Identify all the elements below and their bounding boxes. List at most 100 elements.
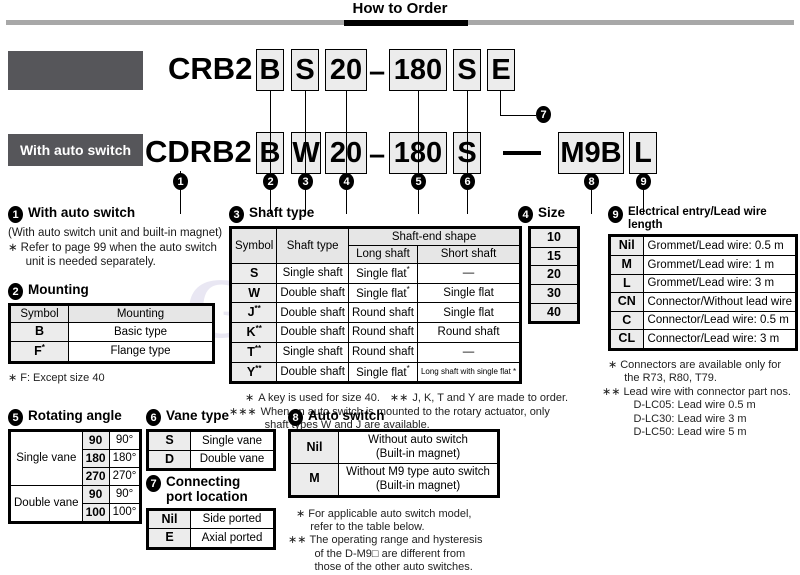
shaft-symbol-y: Y** xyxy=(230,361,278,383)
table-row: 20 xyxy=(530,265,578,285)
table-row: Nil Side ported xyxy=(148,509,274,530)
table-row: K** Double shaft Round shaft Round shaft xyxy=(230,322,521,343)
mounting-symbol-b: B xyxy=(10,322,69,342)
model-row1-root: CRB2 xyxy=(168,51,253,86)
section-connecting-port-location: 7 Connecting port location Nil Side port… xyxy=(146,474,281,555)
vane-type-table-wrap: S Single vane D Double vane xyxy=(146,429,276,472)
section-7-title-line1: Connecting xyxy=(166,474,241,489)
shaft-symbol-j: J** xyxy=(230,302,278,324)
section-1-note-line2: unit is needed separately. xyxy=(25,256,156,269)
model-row1-box-5: S xyxy=(453,49,481,91)
section-1-title: With auto switch xyxy=(28,205,136,220)
section-5-number: 5 xyxy=(8,409,23,426)
model-row2-connector-dash xyxy=(503,151,541,155)
table-row: Nil Without auto switch (Built-in magnet… xyxy=(290,431,498,464)
section-3-title: Shaft type xyxy=(249,205,315,220)
entry-value-l: Grommet/Lead wire: 3 m xyxy=(642,273,797,294)
section-5-title: Rotating angle xyxy=(28,408,122,423)
table-row: Double vane 90 90° xyxy=(10,485,141,522)
shaft-note1-text: A key is used for size 40. xyxy=(258,392,380,405)
shaft-note2-text: J, K, T and Y are made to order. xyxy=(412,392,569,405)
auto-note2-star: ∗∗ xyxy=(288,534,307,547)
entry-note2-star: ∗∗ xyxy=(602,385,621,398)
auto-switch-table-wrap: Nil Without auto switch (Built-in magnet… xyxy=(288,429,500,498)
mounting-header-symbol: Symbol xyxy=(10,304,69,324)
connecting-port-table: Nil Side ported E Axial ported xyxy=(148,509,274,548)
rotating-angle-270: 270° xyxy=(108,467,141,486)
vane-value-s: Single vane xyxy=(190,431,274,451)
vane-type-table: S Single vane D Double vane xyxy=(148,431,274,470)
mounting-table: Symbol Mounting B Basic type F* Flange t… xyxy=(10,304,213,362)
section-9-number: 9 xyxy=(608,206,623,223)
marker-2: 2 xyxy=(263,173,278,190)
shaft-type-y: Double shaft xyxy=(276,361,349,383)
mounting-note-text: F: Except size 40 xyxy=(20,371,105,384)
model-code-diagram: With auto switch CRB2 B S 20 – 180 S E C… xyxy=(0,38,800,214)
port-symbol-nil: Nil xyxy=(148,509,191,530)
model-row1-label-box xyxy=(8,51,143,90)
auto-note2-line1: The operating range and hysteresis xyxy=(309,534,483,547)
shaft-long-w: Single flat* xyxy=(347,282,418,304)
auto-switch-value-m-line1: Without M9 type auto switch xyxy=(346,465,490,478)
model-row2-box-6: M9B xyxy=(558,132,624,174)
entry-symbol-c: C xyxy=(610,310,644,331)
shaft-long-j: Round shaft xyxy=(347,302,418,324)
mounting-note: ∗ F: Except size 40 xyxy=(8,372,218,385)
shaft-short-y: Long shaft with single flat * xyxy=(416,361,521,383)
table-row: 15 xyxy=(530,246,578,267)
auto-note1-star: ∗ xyxy=(296,507,306,520)
auto-note2-line2: of the D-M9□ are different from xyxy=(314,547,466,560)
shaft-symbol-w: W xyxy=(230,282,278,304)
table-row: J** Double shaft Round shaft Single flat xyxy=(230,302,521,324)
rotating-angle-table: Single vane 90 90° 180 180° 270 270° Dou… xyxy=(10,431,141,522)
section-9-title: Electrical entry/Lead wire length xyxy=(628,206,767,231)
entry-value-cl: Connector/Lead wire: 3 m xyxy=(642,329,797,350)
section-with-auto-switch: 1 With auto switch (With auto switch uni… xyxy=(8,205,230,270)
entry-value-nil: Grommet/Lead wire: 0.5 m xyxy=(642,236,797,256)
shaft-long-t: Round shaft xyxy=(347,341,418,363)
table-row: T** Single shaft Round shaft — xyxy=(230,341,521,363)
port-value-e: Axial ported xyxy=(190,528,274,548)
rotating-angle-90d: 90° xyxy=(108,485,141,504)
shaft-long-k: Round shaft xyxy=(347,322,418,343)
auto-switch-symbol-m: M xyxy=(290,462,339,496)
shaft-type-table: Symbol Shaft type Shaft-end shape Long s… xyxy=(230,227,521,383)
marker-6: 6 xyxy=(460,173,475,190)
section-3-number: 3 xyxy=(229,206,244,223)
entry-value-c: Connector/Lead wire: 0.5 m xyxy=(642,310,797,331)
leader-line-5 xyxy=(418,91,420,214)
size-table-wrap: 10 15 20 30 40 xyxy=(528,226,580,325)
rotating-code-90s: 90 xyxy=(81,431,110,450)
table-row: CL Connector/Lead wire: 3 m xyxy=(610,329,797,350)
size-value-15: 15 xyxy=(530,246,578,267)
section-1-note-line1: Refer to page 99 when the auto switch xyxy=(20,241,217,254)
model-row1-box-2: S xyxy=(291,49,319,91)
model-row1-box-1: B xyxy=(256,49,284,91)
table-row: Nil Grommet/Lead wire: 0.5 m xyxy=(610,236,797,256)
rotating-angle-180: 180° xyxy=(108,449,141,468)
table-row: C Connector/Lead wire: 0.5 m xyxy=(610,310,797,331)
table-row: Single vane 90 90° xyxy=(10,431,141,486)
shaft-symbol-k: K** xyxy=(230,322,278,343)
section-2-number: 2 xyxy=(8,283,23,300)
mounting-value-f: Flange type xyxy=(68,341,213,362)
shaft-type-s: Single shaft xyxy=(276,262,349,284)
table-row: M Without M9 type auto switch (Built-in … xyxy=(290,462,498,496)
leader-line-7h xyxy=(500,115,536,117)
shaft-type-t: Single shaft xyxy=(276,341,349,363)
shaft-type-table-wrap: Symbol Shaft type Shaft-end shape Long s… xyxy=(229,226,523,385)
size-value-20: 20 xyxy=(530,265,578,285)
table-row: S Single vane xyxy=(148,431,274,451)
rotating-code-90d: 90 xyxy=(81,485,110,504)
shaft-header-symbol: Symbol xyxy=(230,228,278,264)
table-row: CN Connector/Without lead wire xyxy=(610,292,797,312)
electrical-entry-table-wrap: Nil Grommet/Lead wire: 0.5 m M Grommet/L… xyxy=(608,234,798,352)
shaft-short-w: Single flat xyxy=(416,282,521,304)
entry-note2-line2: D-LC05: Lead wire 0.5 m xyxy=(633,399,756,412)
shaft-note1-star: ∗ xyxy=(245,392,255,405)
model-row1-box-4: 180 xyxy=(389,49,447,91)
marker-7: 7 xyxy=(536,106,551,123)
size-value-30: 30 xyxy=(530,283,578,304)
rotating-code-100: 100 xyxy=(81,503,110,522)
section-1-number: 1 xyxy=(8,206,23,223)
